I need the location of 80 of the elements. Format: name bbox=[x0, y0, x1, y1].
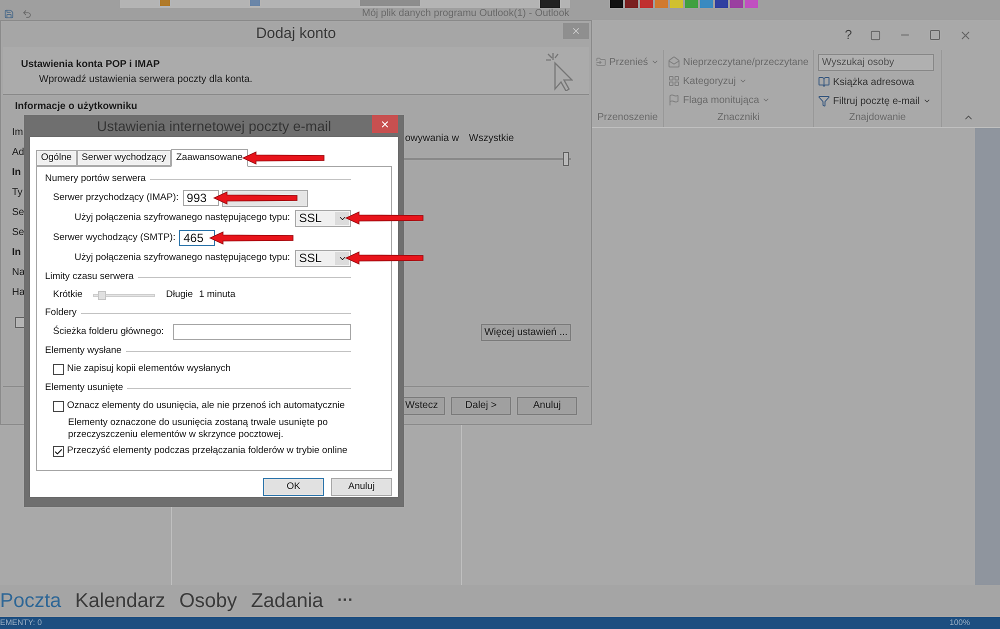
status-text: EMENTY: 0 bbox=[0, 619, 42, 627]
field-label: Na bbox=[12, 266, 25, 280]
close-button[interactable]: × bbox=[372, 115, 398, 133]
ribbon-item-icon bbox=[668, 56, 680, 68]
dialog-title: Ustawienia internetowej poczty e-mail bbox=[96, 116, 332, 136]
field-label: Serwer wychodzący (SMTP): bbox=[53, 230, 176, 245]
field-label: Ścieżka folderu głównego: bbox=[53, 324, 165, 339]
slider-label: Długie bbox=[166, 288, 193, 302]
encryption-dropdown[interactable]: SSL bbox=[295, 250, 351, 266]
checkbox[interactable] bbox=[53, 364, 64, 375]
nav-link[interactable]: Kalendarz bbox=[75, 586, 166, 616]
group-label: Znajdowanie bbox=[849, 111, 906, 125]
checkbox-row[interactable]: Nie zapisuj kopii elementów wysłanych bbox=[53, 360, 231, 379]
field-label: Im bbox=[12, 126, 24, 140]
folder-path-field[interactable] bbox=[173, 324, 351, 340]
zoom-level: 100% bbox=[950, 619, 970, 627]
dialog-title: Dodaj konto bbox=[256, 24, 336, 44]
slider-label: Krótkie bbox=[53, 288, 84, 302]
search-field[interactable]: Wyszukaj osoby bbox=[818, 54, 934, 71]
field-label: owywania w bbox=[405, 132, 459, 146]
tab[interactable]: Zaawansowane bbox=[171, 149, 248, 167]
encryption-dropdown[interactable]: SSL bbox=[295, 210, 351, 226]
dialog-heading: Ustawienia konta POP i IMAP bbox=[21, 58, 160, 72]
maximize-icon[interactable] bbox=[929, 29, 941, 41]
section-heading: Numery portów serwera bbox=[45, 172, 146, 186]
caret-icon bbox=[762, 96, 770, 104]
undo-icon[interactable] bbox=[22, 9, 32, 19]
section-heading: Elementy wysłane bbox=[45, 344, 122, 358]
dialog-button[interactable]: OK bbox=[263, 478, 324, 496]
slider-reading: 1 minuta bbox=[198, 288, 236, 302]
ribbon-item-icon bbox=[818, 76, 830, 88]
ribbon-item-icon bbox=[596, 56, 606, 68]
tab[interactable]: Ogólne bbox=[36, 150, 77, 166]
caret-icon bbox=[738, 77, 747, 85]
field-label: Ha bbox=[12, 286, 25, 300]
help-button[interactable]: ? bbox=[844, 25, 852, 45]
field-label: Se bbox=[12, 206, 24, 220]
nav-link[interactable]: Zadania bbox=[251, 586, 324, 616]
section-heading: Elementy usunięte bbox=[45, 380, 124, 395]
ribbon-button[interactable]: Książka adresowa bbox=[818, 74, 937, 90]
section-heading: Limity czasu serwera bbox=[45, 270, 134, 284]
tab[interactable]: Serwer wychodzący bbox=[76, 150, 172, 166]
close-button[interactable] bbox=[563, 23, 589, 39]
checkbox-row[interactable]: Przeczyść elementy podczas przełączania folderów w trybie online bbox=[53, 442, 348, 461]
caret-icon bbox=[651, 58, 659, 66]
group-label: Znaczniki bbox=[717, 111, 760, 125]
section-heading: Informacje o użytkowniku bbox=[15, 101, 138, 113]
save-icon[interactable] bbox=[4, 9, 14, 19]
more-button[interactable]: ··· bbox=[337, 589, 354, 613]
more-settings-button[interactable]: Więcej ustawień ... bbox=[481, 324, 571, 341]
field-label: Użyj połączenia szyfrowanego następującego typu: bbox=[74, 250, 290, 265]
field-value: Wszystkie bbox=[468, 132, 514, 146]
group-label: Przenoszenie bbox=[597, 111, 658, 125]
section-heading: Foldery bbox=[45, 306, 77, 320]
field-label: Se bbox=[12, 226, 24, 240]
field-label: Użyj połączenia szyfrowanego następującego typu: bbox=[74, 210, 290, 225]
nav-link[interactable]: Osoby bbox=[179, 586, 238, 616]
field-label: Serwer przychodzący (IMAP): bbox=[53, 190, 179, 205]
ribbon-item-icon bbox=[668, 94, 680, 106]
section-heading: In bbox=[12, 166, 21, 180]
dialog-button[interactable]: Anuluj bbox=[331, 478, 392, 496]
close-icon[interactable] bbox=[959, 28, 972, 42]
slider[interactable] bbox=[403, 152, 571, 166]
note-text: Elementy oznaczone do usunięcia zostaną trwale usunięte po przeczyszczeniu elementów w skrzynce pocztowej. bbox=[67, 416, 329, 442]
ribbon-display-icon[interactable] bbox=[870, 30, 881, 40]
cursor-click-icon bbox=[545, 51, 573, 91]
close-icon bbox=[571, 26, 581, 36]
dialog-button[interactable]: Dalej > bbox=[451, 396, 511, 414]
ribbon-item-icon bbox=[818, 95, 830, 107]
checkbox-row[interactable]: Oznacz elementy do usunięcia, ale nie przenoś ich automatycznie bbox=[53, 397, 345, 416]
field-label: Ad bbox=[12, 146, 24, 160]
ribbon-button[interactable]: Filtruj pocztę e-mail bbox=[818, 93, 937, 109]
ribbon-item-icon bbox=[668, 75, 680, 87]
field-label: Ty bbox=[12, 186, 23, 200]
dialog-subheading: Wprowadź ustawienia serwera poczty dla konta. bbox=[38, 73, 252, 87]
checkbox[interactable] bbox=[53, 446, 64, 457]
dialog-button[interactable]: Anuluj bbox=[517, 396, 577, 414]
checkbox[interactable] bbox=[53, 401, 64, 412]
caret-icon bbox=[922, 97, 931, 105]
section-heading: In bbox=[12, 246, 21, 260]
